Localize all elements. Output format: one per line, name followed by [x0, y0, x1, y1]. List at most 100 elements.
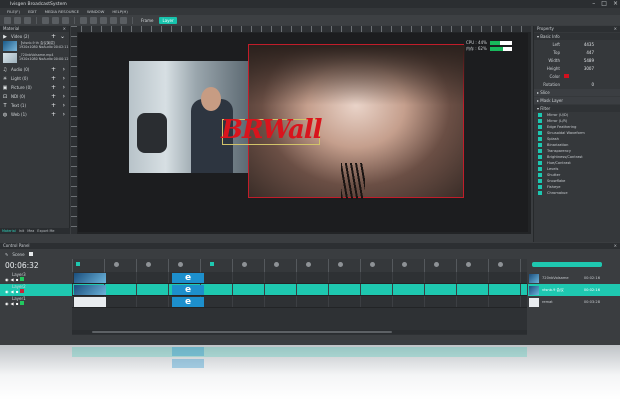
tab-material[interactable]: Material	[2, 228, 16, 234]
chevron-right-icon[interactable]: ›	[63, 84, 65, 91]
menu-edit[interactable]: EDIT	[28, 9, 37, 14]
screen-icon[interactable]	[120, 16, 127, 24]
filter-checkbox[interactable]	[538, 191, 542, 195]
scrollbar-thumb[interactable]	[92, 331, 392, 333]
preview-stage[interactable]: BRWall CPU : 44% 内存 : 62%	[78, 33, 528, 232]
playlist-slider[interactable]	[532, 262, 602, 267]
keyframe-marker[interactable]	[242, 262, 247, 267]
timeline-clip[interactable]	[74, 285, 106, 295]
add-icon[interactable]: +	[51, 111, 56, 118]
keyframe-marker[interactable]	[466, 262, 471, 267]
align-icon[interactable]	[80, 16, 87, 24]
category-text[interactable]: T Text (1) + ›	[0, 101, 69, 110]
paste-icon[interactable]	[62, 16, 69, 24]
category-web[interactable]: ◍ Web (1) + ›	[0, 110, 69, 119]
close-icon[interactable]: ×	[613, 0, 618, 8]
category-video[interactable]: ▶ Video (2) + ⌄	[0, 32, 69, 41]
keyframe-marker[interactable]	[370, 262, 375, 267]
open-icon[interactable]	[14, 16, 21, 24]
material-file-item[interactable]: 【vtsnb.9 th 会议演讲】 1920x1080 NoAudio 00:0…	[0, 41, 69, 53]
category-light[interactable]: ☀ Light (0) + ›	[0, 74, 69, 83]
prop-value-left[interactable]: 4435	[564, 42, 594, 47]
group-filter[interactable]: ▾ Filter	[534, 105, 620, 112]
category-audio[interactable]: ♫ Audio (0) + ›	[0, 65, 69, 74]
playlist-item[interactable]: remat 00:03:28	[528, 296, 620, 308]
minimize-icon[interactable]: –	[592, 0, 595, 8]
menu-media-resource[interactable]: MEDIA RESOURCE	[45, 9, 79, 14]
eye-icon[interactable]: ◉	[5, 301, 9, 306]
grid-icon[interactable]	[100, 16, 107, 24]
add-icon[interactable]: +	[51, 33, 56, 40]
timeline-scrollbar[interactable]	[72, 330, 527, 334]
keyframe-marker[interactable]	[402, 262, 407, 267]
menu-window[interactable]: WINDOW	[87, 9, 104, 14]
group-mask-layer[interactable]: ▸ Mask Layer	[534, 97, 620, 104]
filter-checkbox[interactable]	[538, 167, 542, 171]
lock-icon[interactable]: ▪	[16, 301, 19, 306]
chevron-right-icon[interactable]: ›	[63, 66, 65, 73]
layer-color-icon[interactable]	[20, 277, 25, 281]
close-icon[interactable]: ×	[614, 243, 617, 249]
save-icon[interactable]	[24, 16, 31, 24]
keyframe-marker[interactable]	[114, 262, 119, 267]
filter-checkbox[interactable]	[538, 131, 542, 135]
category-ndi[interactable]: ⊡ NDI (0) + ›	[0, 92, 69, 101]
keyframe-marker[interactable]	[178, 262, 183, 267]
chevron-right-icon[interactable]: ›	[63, 75, 65, 82]
layer-row-3[interactable]: Layer3 ◉ ◀ ▪	[0, 272, 72, 284]
prop-value-rotation[interactable]: 0	[564, 82, 594, 87]
keyframe-marker[interactable]	[210, 262, 214, 266]
filter-checkbox[interactable]	[538, 113, 542, 117]
tab-export[interactable]: Export Me	[37, 228, 54, 234]
chevron-right-icon[interactable]: ›	[63, 111, 65, 118]
layer-color-icon[interactable]	[20, 289, 25, 293]
overlay-text[interactable]: BRWall	[221, 115, 323, 145]
filter-checkbox[interactable]	[538, 137, 542, 141]
speaker-icon[interactable]: ◀	[11, 301, 14, 306]
chevron-right-icon[interactable]: ›	[63, 93, 65, 100]
playlist-item[interactable]: 720nbVolsame 00:02:16	[528, 272, 620, 284]
web-clip-icon[interactable]: e	[172, 273, 204, 283]
tab-mea[interactable]: Mea	[27, 228, 34, 234]
filter-checkbox[interactable]	[538, 143, 542, 147]
group-basic-info[interactable]: ▾ Basic Info	[534, 33, 620, 40]
filter-checkbox[interactable]	[538, 119, 542, 123]
menu-help[interactable]: HELP(H)	[112, 9, 127, 14]
filter-item[interactable]: Chromakue	[534, 190, 620, 196]
chevron-right-icon[interactable]: ›	[63, 102, 65, 109]
keyframe-marker[interactable]	[338, 262, 343, 267]
eye-icon[interactable]: ◉	[5, 289, 9, 294]
speaker-icon[interactable]: ◀	[11, 277, 14, 282]
layout-icon[interactable]	[110, 16, 117, 24]
timeline-track-3[interactable]: e	[72, 272, 527, 284]
prop-value-height[interactable]: 3007	[564, 66, 594, 71]
frame-button[interactable]: Frame	[138, 17, 156, 24]
speaker-icon[interactable]: ◀	[11, 289, 14, 294]
layer-row-1[interactable]: Layer1 ◉ ◀ ▪	[0, 296, 72, 308]
maximize-icon[interactable]: □	[601, 0, 607, 8]
layer-button[interactable]: Layer	[159, 16, 177, 24]
category-picture[interactable]: ▣ Picture (0) + ›	[0, 83, 69, 92]
eye-icon[interactable]: ◉	[5, 277, 9, 282]
add-icon[interactable]: +	[51, 66, 56, 73]
web-clip-icon[interactable]: e	[172, 285, 204, 295]
lock-icon[interactable]: ▪	[16, 277, 19, 282]
add-icon[interactable]: +	[51, 75, 56, 82]
layer-color-icon[interactable]	[20, 301, 25, 305]
new-icon[interactable]	[4, 16, 11, 24]
keyframe-marker[interactable]	[76, 262, 80, 266]
lock-icon[interactable]: ▪	[16, 289, 19, 294]
keyframe-marker[interactable]	[146, 262, 151, 267]
filter-checkbox[interactable]	[538, 155, 542, 159]
add-icon[interactable]: +	[51, 93, 56, 100]
copy-icon[interactable]	[52, 16, 59, 24]
timeline-clip[interactable]	[74, 297, 106, 307]
keyframe-marker[interactable]	[306, 262, 311, 267]
filter-checkbox[interactable]	[538, 173, 542, 177]
filter-checkbox[interactable]	[538, 179, 542, 183]
keyframe-marker[interactable]	[434, 262, 439, 267]
menu-file[interactable]: FILE(F)	[7, 9, 20, 14]
timeline-track-2[interactable]: e	[72, 284, 527, 296]
close-icon[interactable]: ×	[614, 26, 617, 32]
prop-value-top[interactable]: 447	[564, 50, 594, 55]
